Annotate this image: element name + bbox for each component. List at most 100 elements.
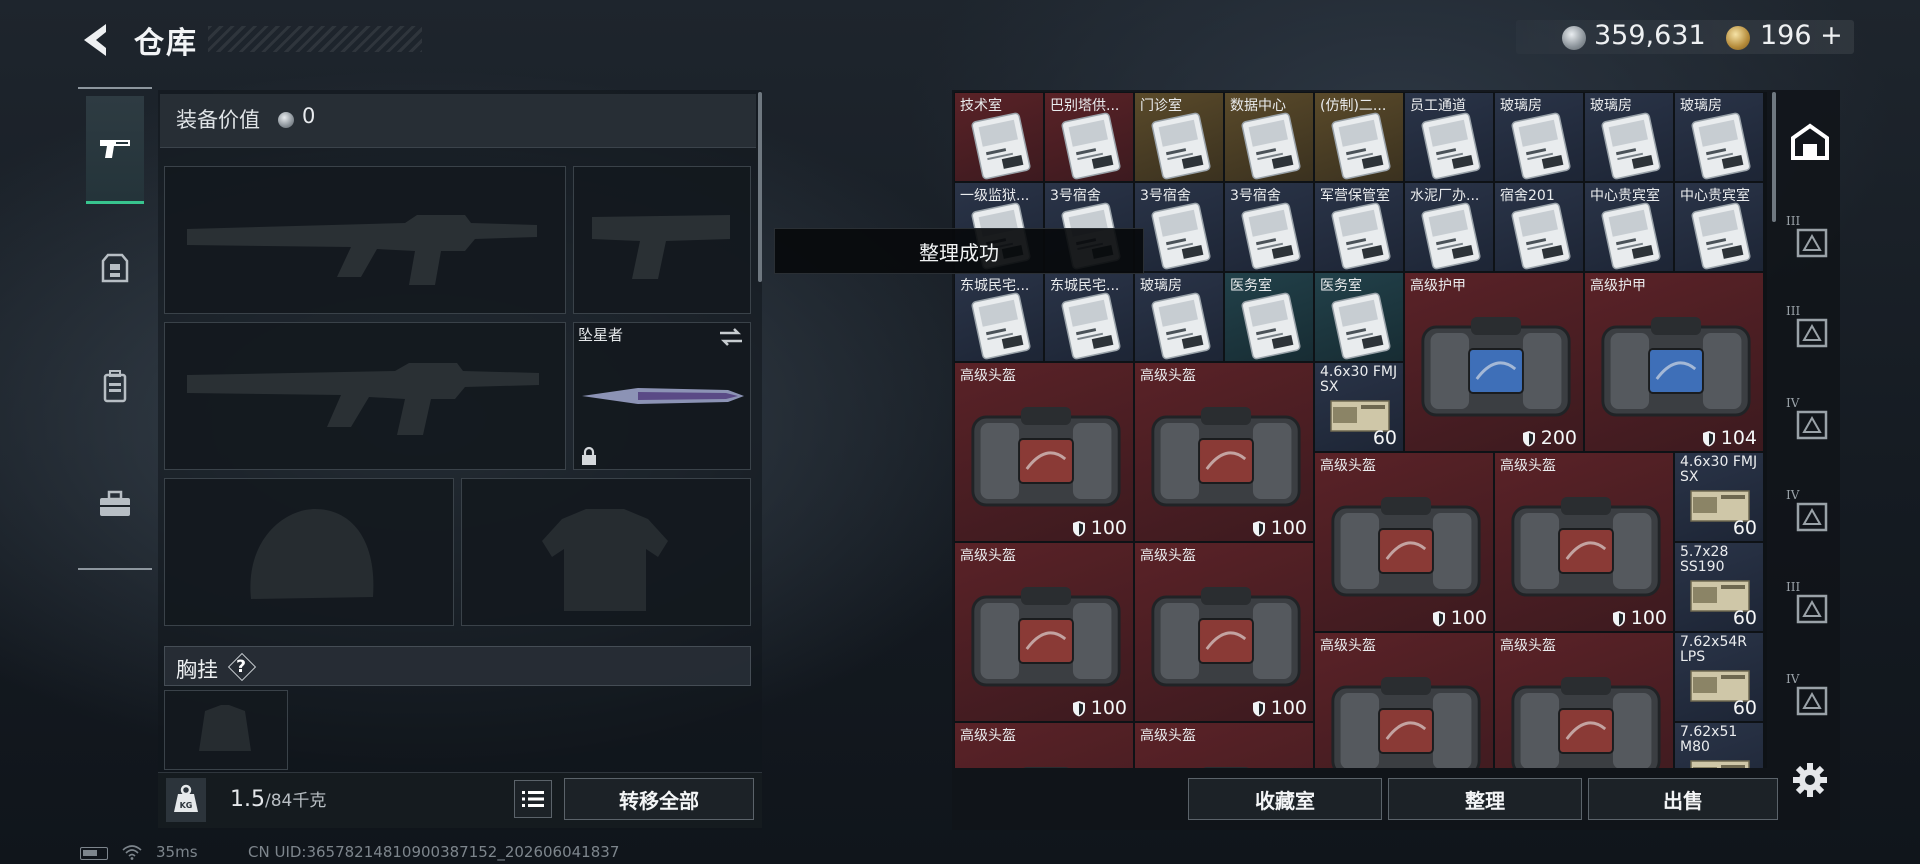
stash-item[interactable]: 医务室 [1224, 272, 1314, 362]
stash-item[interactable]: 玻璃房 [1134, 272, 1224, 362]
stash-item-label: 7.62x51 M80 [1680, 724, 1738, 755]
add-gold-button[interactable]: + [1820, 20, 1843, 51]
stash-item-label: 中心贵宾室 [1680, 188, 1750, 204]
container-tab[interactable]: IV [1784, 668, 1836, 728]
stash-item[interactable]: 7.62x54R LPS 60 [1674, 632, 1764, 722]
primary-weapon-slot-2[interactable] [164, 322, 566, 470]
container-tab[interactable]: III [1784, 210, 1836, 270]
keycard-icon [1601, 112, 1661, 180]
stash-item[interactable]: 4.6x30 FMJ SX 60 [1674, 452, 1764, 542]
stash-item[interactable]: 军营保管室 [1314, 182, 1404, 272]
stash-item[interactable]: 高级头盔 100 [1134, 362, 1314, 542]
tab-armor[interactable] [86, 214, 144, 322]
container-tab[interactable]: IV [1784, 392, 1836, 452]
stash-scrollbar[interactable] [1772, 92, 1776, 222]
stash-item[interactable]: 玻璃房 [1584, 92, 1674, 182]
stash-item[interactable]: 高级头盔 [954, 722, 1134, 768]
container-tab[interactable] [1784, 112, 1836, 172]
sell-button[interactable]: 出售 [1588, 778, 1778, 820]
stash-item[interactable]: 高级护甲 104 [1584, 272, 1764, 452]
collection-room-button[interactable]: 收藏室 [1188, 778, 1382, 820]
stash-item[interactable]: 玻璃房 [1494, 92, 1584, 182]
stash-item[interactable]: (仿制)二... [1314, 92, 1404, 182]
back-arrow-icon[interactable] [78, 20, 114, 60]
container-tier: III [1786, 580, 1801, 594]
stash-item[interactable]: 高级头盔 100 [1494, 452, 1674, 632]
stash-item[interactable]: 技术室 [954, 92, 1044, 182]
container-tab[interactable]: IV [1784, 484, 1836, 544]
container-tab[interactable]: III [1784, 576, 1836, 636]
stash-item-label: 玻璃房 [1140, 278, 1182, 294]
stash-item[interactable]: 高级头盔 [1134, 722, 1314, 768]
weight-max: /84千克 [265, 791, 327, 811]
stash-item-value: 100 [1612, 607, 1667, 629]
stash-item[interactable]: 7.62x51 M80 [1674, 722, 1764, 768]
keycard-icon [1151, 202, 1211, 270]
stash-item[interactable]: 3号宿舍 [1134, 182, 1224, 272]
equipment-case-icon [1331, 677, 1481, 768]
container-tab[interactable]: III [1784, 300, 1836, 360]
equipment-value-label: 装备价值 [176, 108, 260, 132]
stash-item-value: 100 [1072, 517, 1127, 539]
keycard-icon [971, 112, 1031, 180]
melee-weapon-name: 坠星者 [578, 326, 624, 344]
organize-button[interactable]: 整理 [1388, 778, 1582, 820]
tab-weapons[interactable] [86, 96, 144, 204]
transfer-all-button[interactable]: 转移全部 [564, 778, 754, 820]
weight-icon: KG [174, 784, 198, 812]
stash-item[interactable]: 高级头盔 100 [1314, 452, 1494, 632]
gold-balance[interactable]: 196 + [1760, 20, 1843, 51]
stash-item[interactable]: 东城民宅... [954, 272, 1044, 362]
tab-backpack[interactable] [86, 332, 144, 440]
list-view-button[interactable] [514, 780, 552, 818]
stash-item-label: 7.62x54R LPS [1680, 634, 1747, 665]
stash-item[interactable]: 高级护甲 200 [1404, 272, 1584, 452]
keycard-icon [971, 292, 1031, 360]
durability-shield-icon [1522, 430, 1535, 446]
keycard-icon [1331, 292, 1391, 360]
stash-item-label: 医务室 [1230, 278, 1272, 294]
stash-item[interactable]: 门诊室 [1134, 92, 1224, 182]
equipment-scrollbar[interactable] [758, 92, 762, 282]
swap-icon[interactable] [718, 326, 744, 348]
stash-item[interactable]: 高级头盔 100 [1134, 542, 1314, 722]
body-armor-slot[interactable] [461, 478, 751, 626]
stash-item[interactable]: 玻璃房 [1674, 92, 1764, 182]
helmet-slot[interactable] [164, 478, 454, 626]
stash-item-label: 4.6x30 FMJ SX [1320, 364, 1398, 395]
stash-item[interactable]: 东城民宅... [1044, 272, 1134, 362]
stash-item[interactable]: 宿舍201 [1494, 182, 1584, 272]
stash-item-value: 60 [1733, 517, 1757, 539]
tab-toolbox[interactable] [86, 450, 144, 558]
settings-gear-icon[interactable] [1790, 760, 1830, 800]
stash-item[interactable]: 5.7x28 SS190 60 [1674, 542, 1764, 632]
stash-item[interactable]: 4.6x30 FMJ SX 60 [1314, 362, 1404, 452]
stash-item[interactable]: 员工通道 [1404, 92, 1494, 182]
user-uid: CN UID:3657821481090038715​2_20260604183… [248, 843, 620, 861]
keycard-icon [1241, 202, 1301, 270]
stash-item[interactable]: 水泥厂办... [1404, 182, 1494, 272]
stash-item[interactable]: 中心贵宾室 [1674, 182, 1764, 272]
stash-home-icon [1791, 123, 1829, 160]
stash-item[interactable]: 医务室 [1314, 272, 1404, 362]
chest-rig-slot[interactable] [164, 690, 288, 770]
help-icon[interactable]: ? [226, 654, 256, 680]
stash-item[interactable]: 高级头盔 [1314, 632, 1494, 768]
stash-item-value-text: 200 [1540, 427, 1577, 449]
pistol-slot[interactable] [573, 166, 751, 314]
keycard-icon [1241, 112, 1301, 180]
container-tier: III [1786, 214, 1801, 228]
stash-item[interactable]: 高级头盔 100 [954, 542, 1134, 722]
stash-item[interactable]: 3号宿舍 [1224, 182, 1314, 272]
stash-grid: 技术室 巴别塔供... 门诊室 数据中心 (仿制)二... 员工通道 玻璃房 玻璃房 玻璃房 一级… [954, 92, 1767, 768]
stash-item[interactable]: 数据中心 [1224, 92, 1314, 182]
stash-item[interactable]: 中心贵宾室 [1584, 182, 1674, 272]
help-mark: ? [236, 657, 246, 677]
stash-item-label: 高级头盔 [1140, 548, 1196, 564]
toolbox-icon [100, 490, 130, 516]
network-ping: 35ms [156, 843, 198, 861]
stash-item[interactable]: 高级头盔 [1494, 632, 1674, 768]
stash-item[interactable]: 高级头盔 100 [954, 362, 1134, 542]
primary-weapon-slot-1[interactable] [164, 166, 566, 314]
stash-item[interactable]: 巴别塔供... [1044, 92, 1134, 182]
